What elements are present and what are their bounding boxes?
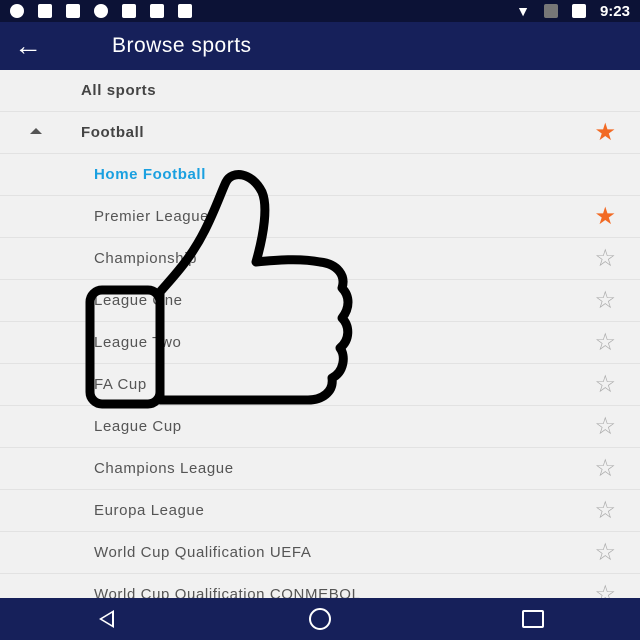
list-item-label: World Cup Qualification UEFA <box>94 544 312 561</box>
home-circle-icon <box>308 608 331 630</box>
list-item[interactable]: Championship ☆ <box>0 238 640 280</box>
list-item[interactable]: World Cup Qualification CONMEBOL ☆ <box>0 574 640 599</box>
recents-square-icon <box>522 610 545 628</box>
headset-icon <box>10 4 24 18</box>
no-signal-icon <box>543 4 558 18</box>
list-item[interactable]: League One ☆ <box>0 280 640 322</box>
page-title: Browse sports <box>112 34 252 57</box>
favorite-star-icon[interactable]: ★ <box>594 121 616 145</box>
list-item-label: FA Cup <box>94 376 147 393</box>
list-item-label: League Two <box>94 334 182 351</box>
status-bar: ▼ 9:23 <box>0 0 640 22</box>
list-item-label: League One <box>94 292 183 309</box>
list-item[interactable]: Champions League ☆ <box>0 448 640 490</box>
favorite-star-icon[interactable]: ☆ <box>594 373 616 397</box>
list-item-label: Home Football <box>94 166 206 183</box>
list-item[interactable]: FA Cup ☆ <box>0 364 640 406</box>
list-item-label: Premier League <box>94 208 210 225</box>
favorite-star-icon[interactable]: ☆ <box>594 541 616 565</box>
back-button[interactable]: ← <box>0 22 56 70</box>
list-item-label: Champions League <box>94 460 234 477</box>
robot-icon <box>178 4 192 18</box>
collapse-caret-icon[interactable] <box>30 128 42 134</box>
app-toolbar: ← Browse sports <box>0 22 640 70</box>
list-item-all-sports[interactable]: All sports <box>0 70 640 112</box>
back-triangle-icon <box>99 610 115 628</box>
list-item-label: League Cup <box>94 418 182 435</box>
navigation-bar <box>0 598 640 640</box>
list-item[interactable]: League Cup ☆ <box>0 406 640 448</box>
notification-icons <box>10 4 192 18</box>
list-item-label: World Cup Qualification CONMEBOL <box>94 586 361 598</box>
nav-recents-button[interactable] <box>503 598 563 640</box>
system-icons: ▼ 9:23 <box>516 3 630 20</box>
favorite-star-icon[interactable]: ☆ <box>594 583 616 599</box>
info-icon <box>94 4 108 18</box>
arrow-left-icon: ← <box>14 30 42 61</box>
wifi-icon: ▼ <box>516 3 530 19</box>
list-item[interactable]: World Cup Qualification UEFA ☆ <box>0 532 640 574</box>
favorite-star-icon[interactable]: ☆ <box>594 499 616 523</box>
favorite-star-icon[interactable]: ★ <box>594 205 616 229</box>
favorite-star-icon[interactable]: ☆ <box>594 415 616 439</box>
favorite-star-icon[interactable]: ☆ <box>594 457 616 481</box>
list-item[interactable]: Home Football <box>0 154 640 196</box>
list-item-football[interactable]: Football ★ <box>0 112 640 154</box>
favorite-star-icon[interactable]: ☆ <box>594 331 616 355</box>
list-item-label: All sports <box>81 82 157 99</box>
list-item[interactable]: League Two ☆ <box>0 322 640 364</box>
lock-icon <box>122 4 136 18</box>
favorite-star-icon[interactable]: ☆ <box>594 247 616 271</box>
favorite-star-icon[interactable]: ☆ <box>594 289 616 313</box>
battery-charging-icon <box>571 4 586 18</box>
nav-home-button[interactable] <box>290 598 350 640</box>
list-item[interactable]: Premier League ★ <box>0 196 640 238</box>
briefcase-icon <box>150 4 164 18</box>
list-item[interactable]: Europa League ☆ <box>0 490 640 532</box>
wolf-icon <box>38 4 52 18</box>
sports-list[interactable]: All sports Football ★ Home Football Premi… <box>0 70 640 598</box>
facebook-icon <box>66 4 80 18</box>
list-item-label: Championship <box>94 250 198 267</box>
list-item-label: Football <box>81 124 145 141</box>
list-item-label: Europa League <box>94 502 205 519</box>
clock: 9:23 <box>599 2 630 20</box>
nav-back-button[interactable] <box>77 598 137 640</box>
